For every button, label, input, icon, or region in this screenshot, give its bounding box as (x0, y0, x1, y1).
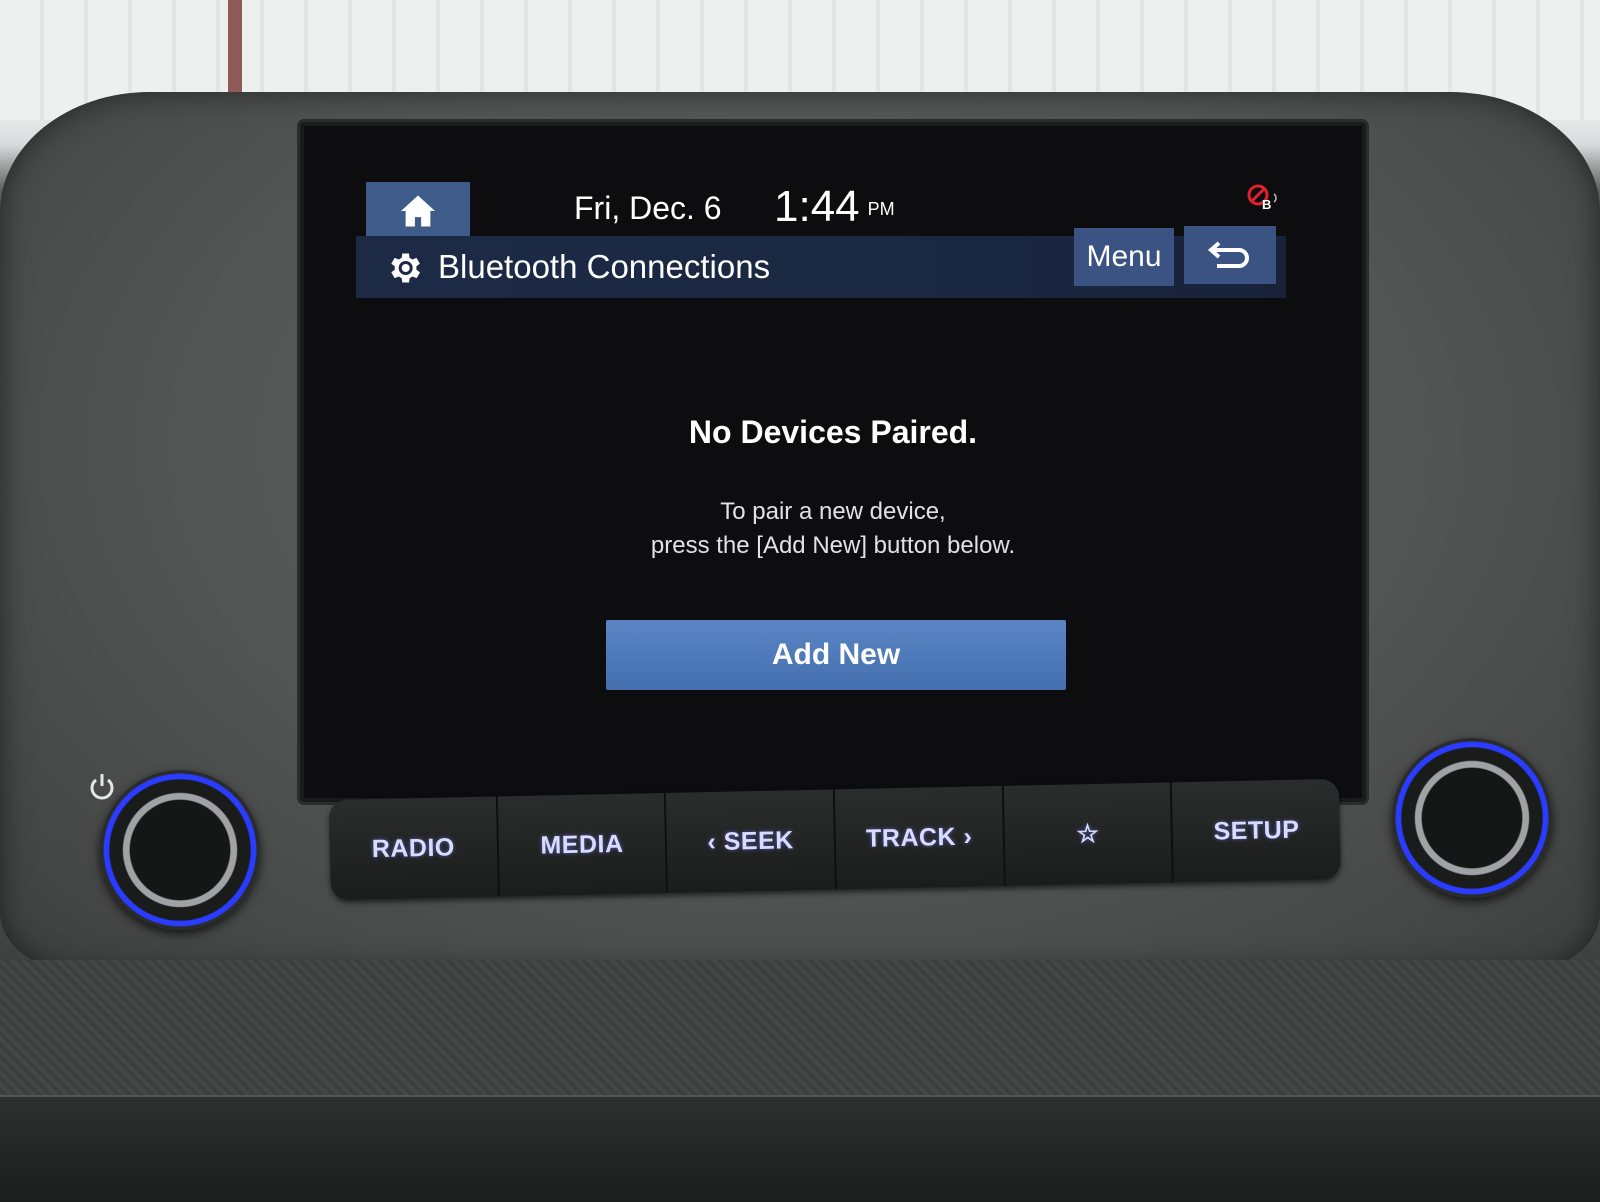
background-post (228, 0, 242, 95)
time-value: 1:44 (774, 182, 860, 231)
page-title: Bluetooth Connections (438, 248, 771, 285)
menu-button[interactable]: Menu (1074, 228, 1174, 286)
seek-back-button[interactable]: ‹ SEEK (666, 789, 837, 893)
back-button[interactable] (1184, 226, 1276, 284)
setup-button[interactable]: SETUP (1172, 778, 1341, 883)
back-arrow-icon (1207, 241, 1249, 268)
time-ampm: PM (867, 198, 895, 219)
gear-icon (391, 253, 420, 283)
instruction-line-1: To pair a new device, (720, 498, 946, 525)
hardware-button-strip: RADIO MEDIA ‹ SEEK TRACK › ☆ SETUP (328, 778, 1341, 900)
favorite-star-button[interactable]: ☆ (1003, 782, 1175, 886)
radio-button[interactable]: RADIO (328, 796, 500, 900)
no-devices-heading: No Devices Paired. (688, 414, 978, 450)
volume-power-knob[interactable] (100, 770, 260, 930)
time-display: 1:44 PM (774, 182, 895, 232)
add-new-button[interactable]: Add New (606, 620, 1066, 690)
tune-scroll-knob[interactable] (1392, 738, 1552, 898)
svg-text:B: B (1262, 197, 1271, 212)
instruction-line-2: press the [Add New] button below. (650, 532, 1016, 559)
date-display: Fri, Dec. 6 (574, 190, 722, 226)
infotainment-screen: Fri, Dec. 6 1:44 PM B Bluetooth Connectio… (300, 122, 1366, 802)
power-icon (90, 774, 114, 800)
track-forward-button[interactable]: TRACK › (834, 785, 1006, 890)
home-button[interactable] (366, 182, 470, 240)
bluetooth-disconnected-icon: B (1247, 184, 1277, 212)
dashboard-trim (0, 1095, 1600, 1202)
media-button[interactable]: MEDIA (497, 792, 669, 897)
home-icon (401, 195, 435, 227)
